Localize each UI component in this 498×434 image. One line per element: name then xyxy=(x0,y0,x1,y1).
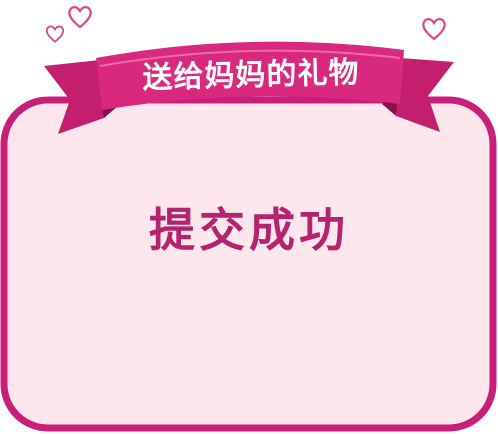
success-message: 提交成功 xyxy=(149,203,349,257)
heart-outline-icon xyxy=(68,6,92,29)
heart-outline-icon xyxy=(422,18,446,41)
success-dialog: 送给妈妈的礼物 提交成功 xyxy=(0,0,498,434)
banner-title: 送给妈妈的礼物 xyxy=(142,55,360,96)
heart-outline-icon xyxy=(45,25,65,43)
